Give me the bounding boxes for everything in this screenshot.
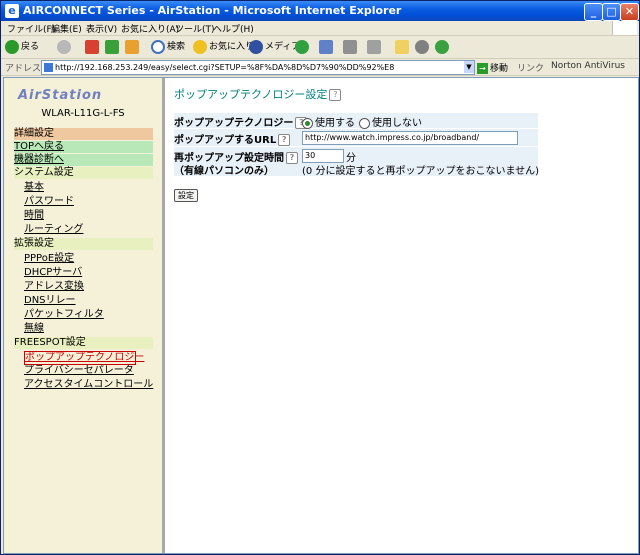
radio-use[interactable]: 使用する	[302, 114, 355, 129]
stop-button[interactable]	[85, 38, 101, 56]
sidebar-item[interactable]: 無線	[24, 323, 153, 335]
menu-bar: ファイル(F) 編集(E) 表示(V) お気に入り(A) ツール(T) ヘルプ(…	[1, 21, 639, 36]
maximize-button[interactable]: □	[602, 3, 621, 21]
stop-icon	[85, 39, 99, 54]
users-button[interactable]	[435, 38, 451, 56]
sidebar-item[interactable]: DNSリレー	[24, 295, 153, 307]
page-icon	[44, 63, 53, 72]
menu-tools[interactable]: ツール(T)	[175, 22, 215, 35]
popup-tech-row: ポップアップテクノロジー? 使用する 使用しない	[174, 113, 538, 129]
menu-help[interactable]: ヘルプ(H)	[213, 22, 254, 35]
favorites-button[interactable]: お気に入り	[193, 38, 254, 56]
sidebar-item[interactable]: アドレス変換	[24, 281, 153, 293]
forward-arrow-icon	[57, 39, 71, 54]
sidebar-item[interactable]: DHCPサーバ	[24, 267, 153, 279]
sidebar-item[interactable]: ポップアップテクノロジー	[24, 351, 144, 365]
folder-icon	[395, 39, 409, 54]
sidebar-item[interactable]: 機器診断へ	[14, 154, 153, 166]
window-title: AIRCONNECT Series - AirStation - Microso…	[23, 4, 402, 17]
search-icon	[151, 39, 165, 54]
mail-icon	[319, 39, 333, 54]
repopup-time-row: 再ポップアップ設定時間? （有線パソコンのみ） 30 分 (0 分に設定すると再…	[174, 147, 540, 177]
help-icon[interactable]: ?	[286, 152, 298, 164]
refresh-button[interactable]	[105, 38, 121, 56]
main-panel: ポップアップテクノロジー設定? ポップアップテクノロジー? 使用する 使用しない…	[166, 78, 638, 553]
chat-icon	[415, 39, 429, 54]
messenger-button[interactable]	[415, 38, 431, 56]
media-icon	[249, 39, 263, 54]
browser-window: e AIRCONNECT Series - AirStation - Micro…	[0, 0, 640, 555]
title-bar[interactable]: e AIRCONNECT Series - AirStation - Micro…	[1, 1, 639, 21]
sidebar-item: FREESPOT設定	[14, 337, 153, 349]
sidebar-item: 詳細設定	[14, 128, 153, 140]
menu-edit[interactable]: 編集(E)	[51, 22, 82, 35]
radio-off-icon	[359, 117, 370, 129]
model-name: WLAR-L11G-L-FS	[41, 108, 125, 119]
sidebar-item[interactable]: ルーティング	[24, 224, 153, 236]
ie-icon: e	[5, 4, 19, 18]
mail-button[interactable]	[319, 38, 335, 56]
menu-view[interactable]: 表示(V)	[86, 22, 117, 35]
sidebar-item: 拡張設定	[14, 238, 153, 250]
refresh-icon	[105, 39, 119, 54]
forward-button[interactable]	[57, 38, 73, 56]
close-button[interactable]: ✕	[620, 3, 639, 21]
home-button[interactable]	[125, 38, 141, 56]
links-button[interactable]: リンク	[517, 61, 544, 74]
address-bar: アドレス(D) http://192.168.253.249/easy/sele…	[1, 59, 639, 76]
radio-on-icon	[302, 117, 313, 129]
popup-url-row: ポップアップするURL? http://www.watch.impress.co…	[174, 129, 538, 146]
sidebar-item[interactable]: パスワード	[24, 196, 153, 208]
help-icon[interactable]: ?	[278, 134, 291, 146]
popup-url-input[interactable]: http://www.watch.impress.co.jp/broadband…	[302, 131, 518, 145]
popup-url-label: ポップアップするURL?	[174, 131, 291, 146]
print-button[interactable]	[343, 38, 359, 56]
edit-button[interactable]	[367, 38, 383, 56]
radio-not-use[interactable]: 使用しない	[359, 114, 422, 129]
sidebar-item[interactable]: 基本	[24, 182, 153, 194]
norton-antivirus-button[interactable]: Norton AntiVirus	[551, 61, 625, 71]
sidebar: AirStation WLAR-L11G-L-FS 詳細設定 TOPへ戻る 機器診断…	[4, 78, 165, 553]
minimize-button[interactable]: _	[584, 3, 603, 21]
page-content: AirStation WLAR-L11G-L-FS 詳細設定 TOPへ戻る 機器診断…	[3, 77, 639, 554]
back-arrow-icon	[5, 39, 19, 54]
go-arrow-icon: →	[477, 63, 488, 74]
address-dropdown-button[interactable]: ▼	[464, 61, 474, 73]
back-button[interactable]: 戻る	[5, 38, 39, 56]
search-button[interactable]: 検索	[151, 38, 185, 56]
go-button[interactable]: → 移動	[477, 61, 508, 74]
sidebar-item[interactable]: TOPへ戻る	[14, 141, 153, 153]
edit-icon	[367, 39, 381, 54]
users-icon	[435, 39, 449, 54]
media-button[interactable]: メディア	[249, 38, 300, 56]
help-icon[interactable]: ?	[329, 89, 342, 101]
sidebar-item[interactable]: パケットフィルタ	[24, 309, 153, 321]
print-icon	[343, 39, 357, 54]
sidebar-item[interactable]: PPPoE設定	[24, 253, 153, 265]
menu-file[interactable]: ファイル(F)	[7, 22, 55, 35]
toolbar: 戻る 検索 お気に入り メディア	[1, 36, 639, 59]
windows-logo-icon	[612, 21, 637, 35]
discuss-button[interactable]	[395, 38, 411, 56]
page-title: ポップアップテクノロジー設定?	[174, 86, 342, 102]
repopup-note: (0 分に設定すると再ポップアップをおこないません)	[302, 166, 540, 177]
submit-button[interactable]: 設定	[174, 189, 198, 202]
airstation-logo: AirStation	[18, 88, 103, 103]
history-icon	[295, 39, 309, 54]
menu-favorites[interactable]: お気に入り(A)	[121, 22, 179, 35]
sidebar-item[interactable]: 時間	[24, 210, 153, 222]
sidebar-item[interactable]: プライバシーセパレータ	[24, 365, 153, 377]
address-input[interactable]: http://192.168.253.249/easy/select.cgi?S…	[41, 60, 475, 75]
popup-tech-label: ポップアップテクノロジー?	[174, 114, 308, 129]
sidebar-item[interactable]: アクセスタイムコントロール	[24, 379, 153, 391]
sidebar-item: システム設定	[14, 167, 153, 179]
history-button[interactable]	[295, 38, 311, 56]
repopup-minutes-input[interactable]: 30	[302, 149, 344, 163]
home-icon	[125, 39, 139, 54]
star-icon	[193, 39, 207, 54]
repopup-sublabel: （有線パソコンのみ）	[174, 166, 274, 177]
